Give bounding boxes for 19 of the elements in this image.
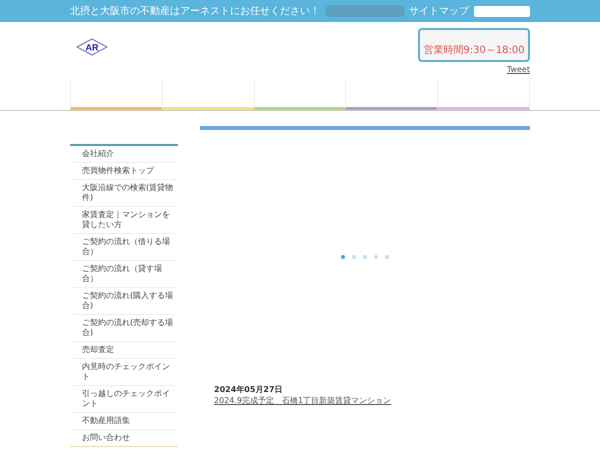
sidebar-item[interactable]: ご契約の流れ(購入する場合) xyxy=(70,288,178,315)
sidebar-item[interactable]: 内見時のチェックポイント xyxy=(70,359,178,386)
tagline: 北摂と大阪市の不動産はアーネストにお任せください！ xyxy=(70,4,321,18)
tweet-link[interactable]: Tweet xyxy=(506,65,530,74)
news-link[interactable]: 2024.9完成予定 石橋1丁目新築賃貸マンション xyxy=(214,395,530,406)
sidebar-item[interactable]: ご契約の流れ（貸す場合） xyxy=(70,261,178,288)
sidebar-item[interactable]: 大阪沿線での検索(賃貸物件) xyxy=(70,180,178,207)
sidebar-item[interactable]: お問い合わせ xyxy=(70,430,178,446)
sidebar-item[interactable]: 家賃査定｜マンションを貸したい方 xyxy=(70,207,178,234)
sidebar-item[interactable]: ご契約の流れ（借りる場合） xyxy=(70,234,178,261)
sidebar-item[interactable]: 売却査定 xyxy=(70,342,178,359)
sidebar-item[interactable]: 不動産用語集 xyxy=(70,413,178,430)
sidebar-item[interactable]: 引っ越しのチェックポイント xyxy=(70,386,178,413)
sidebar-item[interactable]: ご契約の流れ(売却する場合) xyxy=(70,315,178,342)
business-hours-sign: 営業時間9:30～18:00 xyxy=(418,28,530,62)
news-date: 2024年05月27日 xyxy=(214,384,284,395)
sidebar-item[interactable]: 会社紹介 xyxy=(70,146,178,163)
logo-icon: AR xyxy=(76,38,108,56)
sidebar-item[interactable]: 売買物件検索トップ xyxy=(70,163,178,180)
